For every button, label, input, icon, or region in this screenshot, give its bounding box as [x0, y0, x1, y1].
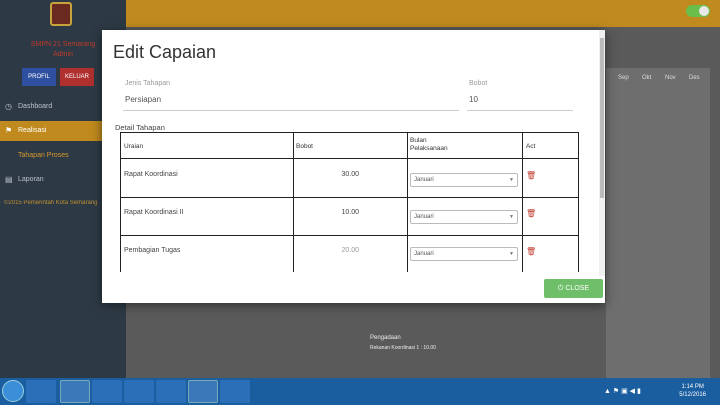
col-bulan: Bulan Pelaksanaan: [410, 137, 448, 152]
chevron-down-icon: ▼: [509, 251, 514, 257]
row-uraian[interactable]: Rapat Koordinasi II: [124, 209, 184, 216]
trash-icon[interactable]: 🗑: [526, 171, 536, 180]
file-icon: ▤: [5, 175, 13, 184]
bobot-label: Bobot: [469, 80, 488, 87]
row-uraian[interactable]: Rapat Koordinasi: [124, 171, 178, 178]
jenis-tahapan-input[interactable]: Persiapan: [125, 95, 161, 104]
row-uraian[interactable]: Pembagian Tugas: [124, 247, 180, 254]
bg-month-nov: Nov: [665, 75, 676, 81]
row-bobot[interactable]: 20.00: [299, 247, 359, 254]
sidebar-item-label: Tahapan Proses: [18, 152, 69, 159]
bg-month-des: Des: [689, 75, 700, 81]
city-logo: [50, 2, 72, 26]
power-icon: ⏻: [557, 285, 564, 292]
sidebar-item-label: Dashboard: [18, 103, 53, 110]
sidebar-item-label: Laporan: [18, 176, 44, 183]
modal-scrollbar-thumb[interactable]: [600, 38, 604, 198]
bulan-select-value: Januari: [414, 251, 434, 257]
clock-date: 5/12/2016: [679, 392, 706, 398]
modal-title: Edit Capaian: [113, 42, 217, 62]
toggle-switch[interactable]: [686, 5, 710, 17]
jenis-tahapan-label: Jenis Tahapan: [125, 80, 171, 87]
detail-table: Uraian Bobot Bulan Pelaksanaan Act Rapat…: [120, 132, 579, 272]
trash-icon[interactable]: 🗑: [526, 209, 536, 218]
media-player-icon[interactable]: [92, 380, 122, 403]
jenis-tahapan-underline: [123, 110, 459, 111]
col-bobot: Bobot: [296, 143, 313, 150]
start-button[interactable]: [2, 380, 24, 402]
firefox-icon[interactable]: [188, 380, 218, 403]
clock-icon: ◷: [5, 102, 12, 111]
ie-icon[interactable]: [26, 380, 56, 403]
bobot-underline: [467, 110, 573, 111]
clock-time: 1:14 PM: [681, 384, 704, 390]
edit-capaian-modal: Edit Capaian Jenis Tahapan Persiapan Bob…: [102, 30, 605, 303]
row-bobot[interactable]: 10.00: [299, 209, 359, 216]
close-button[interactable]: ⏻ CLOSE: [544, 279, 603, 298]
profile-button[interactable]: PROFIL: [22, 68, 56, 86]
sidebar-item-label: Realisasi: [18, 127, 47, 134]
taskbar: ▲ ⚑ ▣ ◀ ▮ 1:14 PM 5/12/2016: [0, 378, 720, 405]
bg-note-detail: Rekanan Koordinasi 1 : 10.00: [370, 345, 436, 351]
bulan-select[interactable]: Januari ▼: [410, 210, 518, 224]
bobot-input[interactable]: 10: [469, 95, 478, 104]
col-act: Act: [526, 143, 536, 150]
bulan-select[interactable]: Januari ▼: [410, 247, 518, 261]
table-header: Uraian Bobot Bulan Pelaksanaan Act: [121, 133, 578, 159]
chrome-icon[interactable]: [124, 380, 154, 403]
chevron-down-icon: ▼: [509, 177, 514, 183]
table-row: Rapat Koordinasi 30.00 Januari ▼ 🗑: [121, 160, 578, 198]
col-uraian: Uraian: [124, 143, 144, 150]
bulan-select-value: Januari: [414, 177, 434, 183]
bulan-select[interactable]: Januari ▼: [410, 173, 518, 187]
app-icon[interactable]: [220, 380, 250, 403]
table-row: Rapat Koordinasi II 10.00 Januari ▼ 🗑: [121, 198, 578, 236]
logout-button[interactable]: KELUAR: [60, 68, 94, 86]
bulan-select-value: Januari: [414, 214, 434, 220]
explorer-icon[interactable]: [60, 380, 90, 403]
row-bobot[interactable]: 30.00: [299, 171, 359, 178]
table-row: Pembagian Tugas 20.00 Januari ▼ 🗑: [121, 236, 578, 272]
flag-icon: ⚑: [5, 126, 13, 135]
trash-icon[interactable]: 🗑: [526, 247, 536, 256]
bg-month-okt: Okt: [642, 75, 652, 81]
bg-note-title: Pengadaan: [370, 335, 401, 341]
clock[interactable]: 1:14 PM 5/12/2016: [679, 383, 706, 399]
word-icon[interactable]: [156, 380, 186, 403]
detail-tahapan-title: Detail Tahapan: [115, 123, 165, 132]
background-table: [606, 68, 710, 378]
bg-month-sep: Sep: [618, 75, 629, 81]
chevron-down-icon: ▼: [509, 214, 514, 220]
tray-icons[interactable]: ▲ ⚑ ▣ ◀ ▮: [604, 387, 641, 395]
close-button-label: CLOSE: [565, 285, 590, 292]
